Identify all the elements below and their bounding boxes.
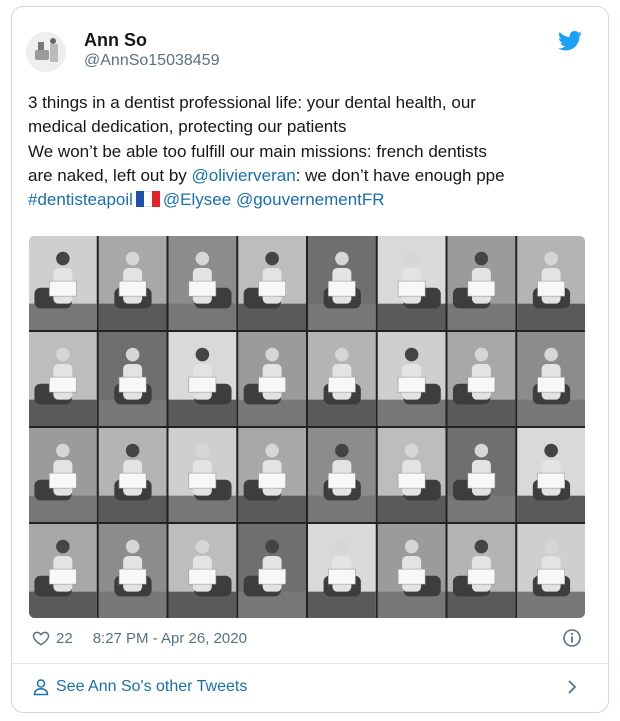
photo-tile <box>168 428 237 522</box>
info-icon[interactable] <box>562 628 582 648</box>
chevron-right-icon[interactable] <box>565 679 579 695</box>
photo-mosaic-grid <box>29 236 585 618</box>
photo-tile <box>517 524 585 618</box>
tweet-line: 3 things in a dentist professional life:… <box>28 93 476 112</box>
photo-tile <box>238 524 306 618</box>
photo-tile <box>447 524 516 618</box>
avatar[interactable] <box>26 32 66 72</box>
tweet-text-fragment: : we don’t have enough ppe <box>295 165 505 185</box>
tweet-timestamp[interactable]: 8:27 PM - Apr 26, 2020 <box>93 630 247 647</box>
photo-tile <box>447 428 516 522</box>
photo-tile <box>98 428 167 522</box>
tweet-line: #dentisteapoil @Elysee @gouvernementFR <box>28 188 584 212</box>
see-more-link[interactable]: See Ann So's other Tweets <box>32 675 247 699</box>
photo-tile <box>517 428 585 522</box>
photo-tile <box>238 332 306 426</box>
mention-gouvernementfr-link[interactable]: @gouvernementFR <box>236 190 385 209</box>
tweet-line: We won’t be able too fulfill our main mi… <box>28 141 487 161</box>
user-handle[interactable]: @AnnSo15038459 <box>84 52 219 70</box>
tweet-meta: 22 8:27 PM - Apr 26, 2020 <box>32 627 247 649</box>
photo-tile <box>98 236 167 330</box>
see-more-label: See Ann So's other Tweets <box>56 678 248 695</box>
france-flag-emoji <box>135 190 160 208</box>
hashtag-dentisteapoil-link[interactable]: #dentisteapoil <box>28 190 133 209</box>
heart-icon[interactable] <box>32 629 50 647</box>
mention-olivierveran-link[interactable]: @olivierveran <box>192 166 296 185</box>
photo-tile <box>517 332 585 426</box>
photo-tile <box>168 236 237 330</box>
photo-tile <box>29 236 97 330</box>
photo-tile <box>238 236 306 330</box>
mention-elysee-link[interactable]: @Elysee <box>163 190 231 209</box>
photo-tile <box>377 428 446 522</box>
photo-tile <box>377 332 446 426</box>
photo-tile <box>29 332 97 426</box>
photo-tile <box>238 428 306 522</box>
photo-tile <box>517 236 585 330</box>
photo-tile <box>168 332 237 426</box>
photo-tile <box>29 428 97 522</box>
like-count[interactable]: 22 <box>56 630 73 647</box>
photo-tile <box>308 524 376 618</box>
tweet-line: medical dedication, protecting our patie… <box>28 117 347 137</box>
photo-tile <box>168 524 237 618</box>
tweet-photo[interactable] <box>29 236 585 618</box>
photo-tile <box>377 236 446 330</box>
photo-tile <box>447 236 516 330</box>
photo-tile <box>377 524 446 618</box>
photo-tile <box>308 236 376 330</box>
tweet-line: are naked, left out by @olivierveran: we… <box>28 164 584 188</box>
person-icon <box>33 679 49 696</box>
divider <box>11 663 609 664</box>
photo-tile <box>308 428 376 522</box>
twitter-bird-icon[interactable] <box>558 30 582 52</box>
photo-tile <box>447 332 516 426</box>
tweet-text-fragment: are naked, left out by <box>28 165 192 185</box>
user-name[interactable]: Ann So <box>84 30 147 51</box>
photo-tile <box>308 332 376 426</box>
photo-tile <box>98 524 167 618</box>
tweet-text: 3 things in a dentist professional life:… <box>28 91 584 212</box>
photo-tile <box>98 332 167 426</box>
photo-tile <box>29 524 97 618</box>
